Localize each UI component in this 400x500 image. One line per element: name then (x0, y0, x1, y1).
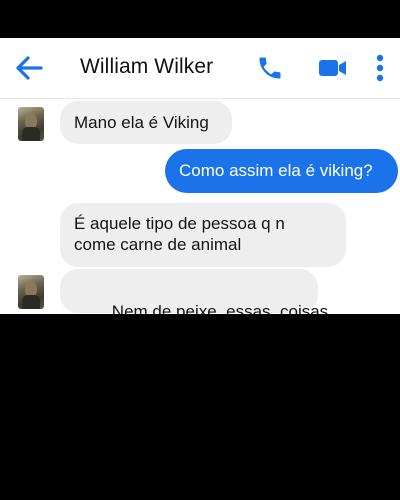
letterbox-frame: William Wilker Mano ela é Viking Como as… (0, 0, 400, 500)
more-vertical-icon[interactable] (371, 52, 389, 84)
arrow-left-icon[interactable] (14, 54, 44, 82)
phone-icon[interactable] (256, 54, 284, 82)
video-camera-icon[interactable] (318, 57, 348, 79)
message-list: Mano ela é Viking Como assim ela é vikin… (0, 99, 400, 314)
message-bubble-incoming[interactable]: É aquele tipo de pessoa q n come carne d… (60, 203, 346, 267)
message-text: Nem de peixe, essas coisas (111, 302, 329, 314)
chat-screen: William Wilker Mano ela é Viking Como as… (0, 38, 400, 314)
avatar[interactable] (18, 107, 44, 141)
message-text-line: come carne de animal (74, 235, 242, 254)
chat-header: William Wilker (0, 38, 400, 99)
message-text: Mano ela é Viking (74, 113, 209, 132)
contact-name[interactable]: William Wilker (80, 55, 213, 79)
message-text-line: É aquele tipo de pessoa q n (74, 214, 285, 233)
message-bubble-incoming[interactable]: Mano ela é Viking (60, 101, 232, 144)
avatar[interactable] (18, 275, 44, 309)
message-bubble-incoming[interactable]: Nem de peixe, essas coisas (60, 269, 328, 314)
message-bubble-outgoing[interactable]: Como assim ela é viking? (165, 149, 398, 193)
message-text: Como assim ela é viking? (179, 161, 373, 180)
